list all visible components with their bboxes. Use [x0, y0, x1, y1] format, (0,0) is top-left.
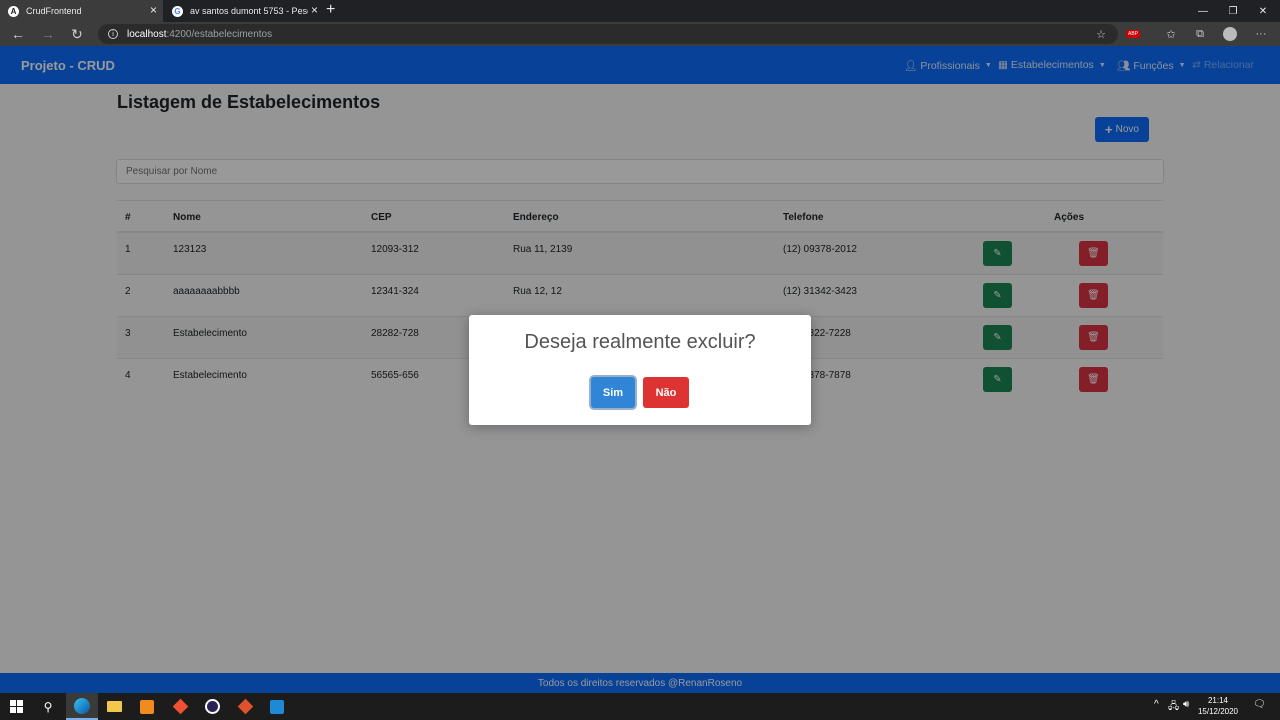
eclipse-icon[interactable] — [196, 693, 228, 720]
tab-title: av santos dumont 5753 - Pesqu — [190, 6, 308, 16]
git-gui-icon[interactable] — [229, 693, 261, 720]
profile-icon[interactable] — [1222, 26, 1238, 42]
back-icon[interactable]: ← — [7, 24, 29, 44]
address-bar[interactable]: i localhost :4200/estabelecimentos — [98, 24, 1118, 44]
close-tab-icon[interactable]: × — [311, 3, 318, 17]
browser-tab-bar: A CrudFrontend × G av santos dumont 5753… — [0, 0, 1280, 22]
git-icon[interactable] — [164, 693, 196, 720]
reload-icon[interactable]: ↻ — [66, 24, 88, 44]
favorites-icon[interactable]: ✩ — [1163, 26, 1179, 42]
url-host: localhost — [127, 28, 167, 40]
dialog-title: Deseja realmente excluir? — [524, 331, 756, 353]
browser-toolbar: ← → ↻ i localhost :4200/estabelecimentos… — [0, 22, 1280, 46]
sublime-text-icon[interactable] — [131, 693, 163, 720]
windows-start-icon[interactable] — [0, 693, 32, 720]
vscode-icon[interactable] — [261, 693, 293, 720]
forward-icon[interactable]: → — [37, 24, 59, 44]
notifications-icon[interactable]: 🗨︎ — [1253, 699, 1266, 710]
new-tab-button[interactable]: + — [326, 1, 335, 19]
minimize-icon[interactable]: — — [1186, 0, 1220, 22]
volume-icon[interactable]: 🔊︎ — [1183, 699, 1189, 710]
windows-taskbar: ⚲ ^ 🖧︎ 🔊︎ 21:14 15/12/2020 🗨︎ — [0, 693, 1280, 720]
url-path: :4200/estabelecimentos — [166, 28, 273, 40]
favorite-star-icon[interactable]: ☆ — [1093, 26, 1109, 42]
more-menu-icon[interactable]: ··· — [1253, 26, 1269, 42]
search-icon[interactable]: ⚲ — [32, 693, 64, 720]
close-tab-icon[interactable]: × — [150, 3, 157, 17]
browser-tab-crudfrontend[interactable]: A CrudFrontend × — [0, 0, 163, 22]
edge-icon[interactable] — [66, 693, 98, 720]
clock-date: 15/12/2020 — [1197, 707, 1239, 716]
cancel-button[interactable]: Não — [643, 377, 689, 408]
network-icon[interactable]: 🖧︎ — [1168, 699, 1179, 716]
tab-title: CrudFrontend — [26, 6, 82, 16]
clock-time: 21:14 — [1207, 696, 1229, 705]
clock[interactable]: 21:14 15/12/2020 — [1196, 695, 1240, 717]
angular-icon: A — [8, 5, 19, 17]
tray-expand-icon[interactable]: ^ — [1154, 699, 1159, 710]
close-window-icon[interactable]: ✕ — [1246, 0, 1280, 22]
browser-tab-google[interactable]: G av santos dumont 5753 - Pesqu × — [164, 0, 324, 22]
file-explorer-icon[interactable] — [98, 693, 130, 720]
confirm-button[interactable]: Sim — [591, 377, 635, 408]
info-icon[interactable]: i — [108, 29, 118, 39]
restore-icon[interactable]: ❐ — [1216, 0, 1250, 22]
collections-icon[interactable]: ⧉ — [1192, 26, 1208, 42]
confirm-delete-dialog: Deseja realmente excluir? Sim Não — [469, 315, 811, 425]
extension-icon[interactable]: ABP — [1125, 26, 1141, 42]
google-icon: G — [172, 5, 183, 17]
